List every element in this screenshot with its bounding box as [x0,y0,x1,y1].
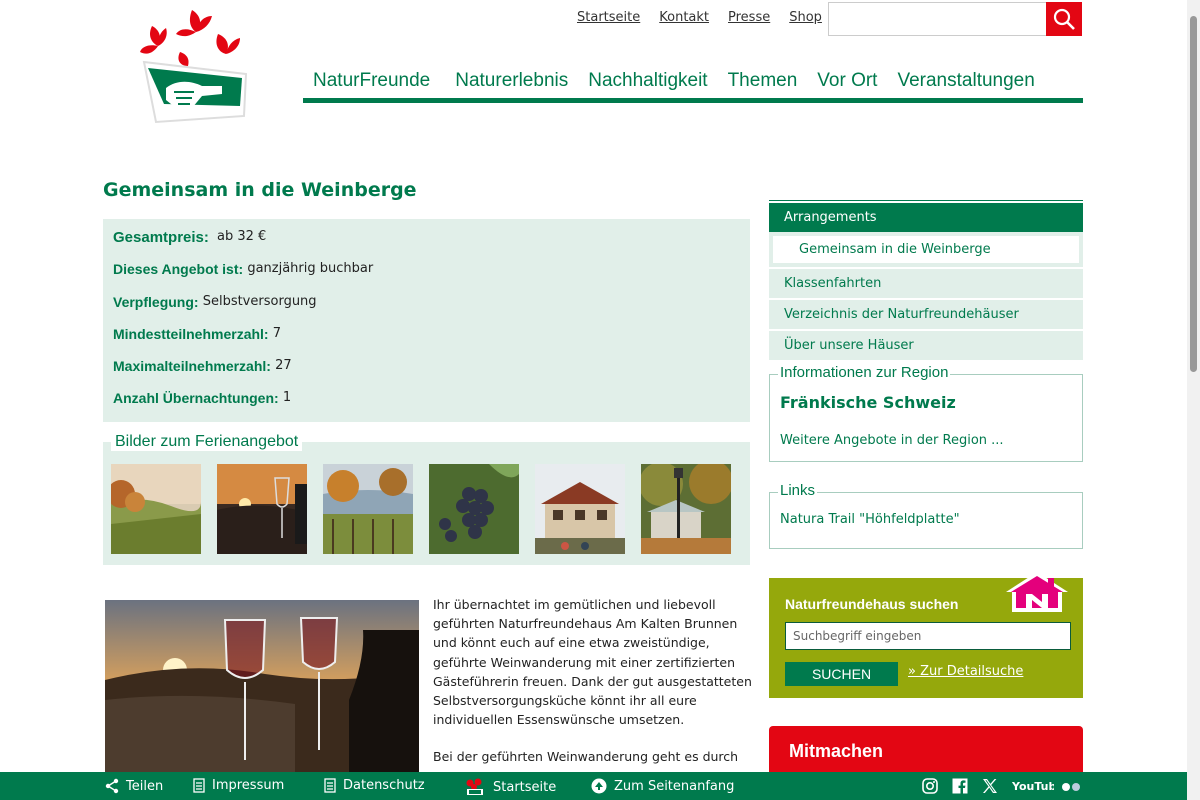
detail-search-link[interactable]: » Zur Detailsuche [908,664,1023,679]
topnav-presse[interactable]: Presse [728,10,770,25]
mainnav-themen[interactable]: Themen [728,70,798,98]
sidebar-item-verzeichnis[interactable]: Verzeichnis der Naturfreundehäuser [769,300,1083,329]
sidebar-item-klassenfahrten[interactable]: Klassenfahrten [769,269,1083,298]
impressum-label: Impressum [212,778,285,793]
links-legend: Links [778,482,818,499]
region-name: Fränkische Schweiz [780,393,956,412]
fact-label: Mindestteilnehmerzahl: [113,325,269,342]
natura-trail-link[interactable]: Natura Trail "Höhfeldplatte" [780,512,960,527]
topnav-kontakt[interactable]: Kontakt [659,10,709,25]
fact-label: Maximalteilnehmerzahl: [113,358,271,375]
share-label: Teilen [126,778,164,794]
back-to-top-label: Zum Seitenanfang [614,778,735,794]
home-link[interactable]: Startseite [464,778,556,796]
document-icon [193,778,205,793]
gallery-thumb-wine-sunset[interactable] [217,464,307,554]
gallery-thumb-naturfreundehaus[interactable] [535,464,625,554]
page-title: Gemeinsam in die Weinberge [103,179,417,201]
share-icon [105,778,119,794]
house-icon [1006,572,1068,612]
sidebar-sub-wrapper: Gemeinsam in die Weinberge [769,232,1083,267]
fact-label: Anzahl Übernachtungen: [113,390,279,407]
gallery-thumb-cottage-forest[interactable] [641,464,731,554]
fact-label: Dieses Angebot ist: [113,261,244,278]
mainnav-naturerlebnis[interactable]: Naturerlebnis [455,70,568,98]
fact-max-participants: Maximalteilnehmerzahl: 27 [113,358,740,390]
house-search-button[interactable]: SUCHEN [785,662,898,686]
fact-value: 1 [282,390,292,406]
flickr-icon[interactable] [1061,782,1083,792]
fact-nights: Anzahl Übernachtungen: 1 [113,390,740,422]
fact-price: Gesamtpreis: ab 32 € [113,229,740,261]
gallery-thumb-grapes[interactable] [429,464,519,554]
site-search-input[interactable] [828,2,1046,36]
gallery-title: Bilder zum Ferienangebot [111,433,303,451]
house-search-title: Naturfreundehaus suchen [785,596,959,612]
sidebar-navigation: Arrangements Gemeinsam in die Weinberge … [769,200,1083,360]
fact-value: ganzjährig buchbar [247,261,374,277]
svg-text:YouTube: YouTube [1012,780,1054,793]
region-legend: Informationen zur Region [778,364,951,381]
top-navigation: Startseite Kontakt Presse Shop [577,10,822,25]
x-twitter-icon[interactable] [982,778,998,794]
home-label: Startseite [493,779,557,795]
document-icon [324,778,336,793]
topnav-shop[interactable]: Shop [789,10,822,25]
fact-value: Selbstversorgung [202,293,317,309]
offer-facts: Gesamtpreis: ab 32 € Dieses Angebot ist:… [103,219,750,422]
bottom-bar: Teilen Impressum Datenschutz Startseite … [0,772,1187,800]
mainnav-veranstaltungen[interactable]: Veranstaltungen [897,70,1034,98]
mainnav-nachhaltigkeit[interactable]: Nachhaltigkeit [588,70,707,98]
scrollbar-thumb[interactable] [1190,16,1197,372]
house-search-input[interactable] [785,622,1071,650]
fact-catering: Verpflegung: Selbstversorgung [113,294,740,326]
datenschutz-link[interactable]: Datenschutz [324,778,425,793]
description-paragraph: Ihr übernachtet im gemütlichen und liebe… [433,597,752,728]
naturfreunde-logo[interactable] [130,4,260,128]
facebook-icon[interactable] [952,778,968,794]
sidebar-item-ueber-haeuser[interactable]: Über unsere Häuser [769,331,1083,360]
region-more-offers-link[interactable]: Weitere Angebote in der Region ... [780,433,1004,448]
mainnav-naturfreunde[interactable]: NaturFreunde [313,70,430,98]
fact-min-participants: Mindestteilnehmerzahl: 7 [113,326,740,358]
gallery-thumb-vineyard-river[interactable] [323,464,413,554]
datenschutz-label: Datenschutz [343,778,425,793]
links-box: Links Natura Trail "Höhfeldplatte" [769,482,1083,549]
fact-value: 27 [275,358,292,374]
vertical-scrollbar[interactable] [1187,0,1200,800]
sidebar-subitem-current[interactable]: Gemeinsam in die Weinberge [773,236,1079,263]
topnav-startseite[interactable]: Startseite [577,10,640,25]
mainnav-vor-ort[interactable]: Vor Ort [817,70,877,98]
house-search-box: Naturfreundehaus suchen SUCHEN » Zur Det… [769,572,1083,698]
description-paragraph: Bei der geführten Weinwanderung geht es … [433,749,739,765]
arrow-up-icon [591,778,607,794]
main-image-wine-sunset [105,600,419,772]
sidebar-item-arrangements[interactable]: Arrangements [769,203,1083,232]
fact-availability: Dieses Angebot ist: ganzjährig buchbar [113,261,740,293]
region-info-box: Informationen zur Region Fränkische Schw… [769,364,1083,462]
back-to-top-link[interactable]: Zum Seitenanfang [591,778,734,794]
site-search-button[interactable] [1046,2,1082,36]
fact-label: Verpflegung: [113,293,199,310]
fact-label: Gesamtpreis: [113,229,209,246]
share-button[interactable]: Teilen [105,778,163,794]
naturfreunde-mini-logo-icon [466,778,483,795]
main-navigation: NaturFreunde Naturerlebnis Nachhaltigkei… [303,70,1083,103]
gallery-thumb-vineyard-autumn[interactable] [111,464,201,554]
fact-value: 7 [272,325,282,341]
instagram-icon[interactable] [922,778,938,794]
impressum-link[interactable]: Impressum [193,778,284,793]
youtube-icon[interactable]: YouTube [1012,778,1054,794]
site-search [828,2,1082,36]
fact-value: ab 32 € [217,229,267,244]
mitmachen-title: Mitmachen [789,741,884,761]
image-gallery: Bilder zum Ferienangebot [103,433,750,565]
offer-description: Ihr übernachtet im gemütlichen und liebe… [433,595,753,785]
search-icon [1053,8,1075,30]
